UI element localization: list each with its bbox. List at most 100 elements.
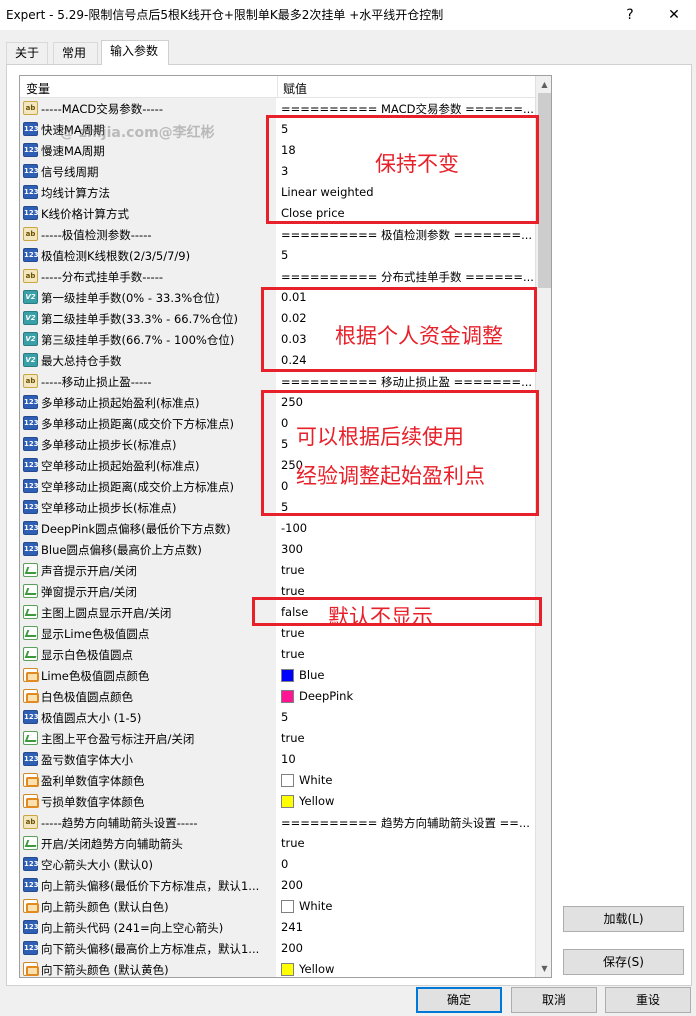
parameter-value[interactable]: 5 <box>281 248 288 262</box>
parameter-row[interactable]: 123 盈亏数值字体大小 10 <box>20 749 535 770</box>
save-button[interactable]: 保存(S) <box>563 949 684 975</box>
color-swatch[interactable] <box>281 669 294 682</box>
parameter-row[interactable]: 123 极值圆点大小 (1-5) 5 <box>20 707 535 728</box>
parameter-row[interactable]: 123 慢速MA周期 18 <box>20 140 535 161</box>
parameter-value[interactable]: ========== MACD交易参数 ======... <box>281 101 534 117</box>
close-button[interactable]: ✕ <box>654 2 694 28</box>
vertical-scrollbar[interactable]: ▲ ▼ <box>535 76 551 977</box>
parameter-value[interactable]: 300 <box>281 542 303 556</box>
parameter-row[interactable]: 主图上平仓盈亏标注开启/关闭 true <box>20 728 535 749</box>
parameter-value[interactable]: 5 <box>281 710 288 724</box>
help-button[interactable]: ? <box>610 2 650 28</box>
parameter-row[interactable]: 123 DeepPink圆点偏移(最低价下方点数) -100 <box>20 518 535 539</box>
parameter-row[interactable]: 123 向上箭头偏移(最低价下方标准点，默认1... 200 <box>20 875 535 896</box>
parameter-row[interactable]: 开启/关闭趋势方向辅助箭头 true <box>20 833 535 854</box>
parameter-row[interactable]: ab -----趋势方向辅助箭头设置----- ========== 趋势方向辅助箭… <box>20 812 535 833</box>
parameter-row[interactable]: V2 第三级挂单手数(66.7% - 100%仓位) 0.03 <box>20 329 535 350</box>
parameter-value-cell[interactable]: White <box>278 770 535 791</box>
reset-button[interactable]: 重设 <box>605 987 691 1013</box>
parameter-row[interactable]: 123 空单移动止损起始盈利(标准点) 250 <box>20 455 535 476</box>
parameter-value[interactable]: 200 <box>281 941 303 955</box>
parameter-row[interactable]: 123 Blue圆点偏移(最高价上方点数) 300 <box>20 539 535 560</box>
parameter-value-cell[interactable]: ========== 移动止损止盈 =======... <box>278 371 535 392</box>
parameter-value-cell[interactable]: 5 <box>278 245 535 266</box>
parameter-value[interactable]: ========== 极值检测参数 =======... <box>281 227 532 243</box>
scroll-up-arrow-icon[interactable]: ▲ <box>536 76 551 93</box>
parameter-value[interactable]: true <box>281 731 305 745</box>
parameter-value[interactable]: 241 <box>281 920 303 934</box>
parameter-value-cell[interactable]: true <box>278 833 535 854</box>
parameter-value[interactable]: true <box>281 563 305 577</box>
parameter-row[interactable]: ab -----极值检测参数----- ========== 极值检测参数 ====… <box>20 224 535 245</box>
parameter-value[interactable]: White <box>299 773 332 787</box>
parameter-value-cell[interactable]: ========== 极值检测参数 =======... <box>278 224 535 245</box>
parameter-value-cell[interactable]: Linear weighted <box>278 182 535 203</box>
color-swatch[interactable] <box>281 690 294 703</box>
parameter-value[interactable]: 0.01 <box>281 290 307 304</box>
parameter-value[interactable]: false <box>281 605 308 619</box>
parameter-value[interactable]: 200 <box>281 878 303 892</box>
parameter-value[interactable]: 3 <box>281 164 288 178</box>
parameter-row[interactable]: 弹窗提示开启/关闭 true <box>20 581 535 602</box>
parameter-row[interactable]: 123 快速MA周期 5 <box>20 119 535 140</box>
parameter-value-cell[interactable]: 0 <box>278 854 535 875</box>
parameter-value[interactable]: true <box>281 836 305 850</box>
column-divider[interactable] <box>277 76 278 98</box>
tab-about[interactable]: 关于 <box>6 42 48 64</box>
parameter-row[interactable]: 主图上圆点显示开启/关闭 false <box>20 602 535 623</box>
parameter-value-cell[interactable]: 0.02 <box>278 308 535 329</box>
parameter-value-cell[interactable]: White <box>278 896 535 917</box>
parameter-value[interactable]: true <box>281 584 305 598</box>
tab-input-parameters[interactable]: 输入参数 <box>101 40 169 65</box>
parameter-value-cell[interactable]: Yellow <box>278 791 535 812</box>
parameter-value[interactable]: DeepPink <box>299 689 353 703</box>
parameter-row[interactable]: 123 多单移动止损步长(标准点) 5 <box>20 434 535 455</box>
parameter-row[interactable]: 盈利单数值字体颜色 White <box>20 770 535 791</box>
parameter-value-cell[interactable]: 250 <box>278 455 535 476</box>
parameter-row[interactable]: 显示Lime色极值圆点 true <box>20 623 535 644</box>
parameter-value-cell[interactable]: 200 <box>278 875 535 896</box>
parameter-row[interactable]: 123 向下箭头偏移(最高价上方标准点，默认1... 200 <box>20 938 535 959</box>
parameter-value[interactable]: Yellow <box>299 794 334 808</box>
parameter-row[interactable]: ab -----分布式挂单手数----- ========== 分布式挂单手数 ==… <box>20 266 535 287</box>
parameter-row[interactable]: 123 均线计算方法 Linear weighted <box>20 182 535 203</box>
parameter-value-cell[interactable]: 18 <box>278 140 535 161</box>
parameter-value[interactable]: 0 <box>281 416 288 430</box>
color-swatch[interactable] <box>281 795 294 808</box>
parameter-row[interactable]: 亏损单数值字体颜色 Yellow <box>20 791 535 812</box>
parameter-row[interactable]: 123 K线价格计算方式 Close price <box>20 203 535 224</box>
parameter-row[interactable]: 123 多单移动止损起始盈利(标准点) 250 <box>20 392 535 413</box>
parameter-value-cell[interactable]: ========== 分布式挂单手数 ======... <box>278 266 535 287</box>
parameter-value[interactable]: 5 <box>281 437 288 451</box>
color-swatch[interactable] <box>281 900 294 913</box>
parameter-value[interactable]: ========== 移动止损止盈 =======... <box>281 374 532 390</box>
parameter-row[interactable]: ab -----移动止损止盈----- ========== 移动止损止盈 ====… <box>20 371 535 392</box>
parameter-row[interactable]: 123 多单移动止损距离(成交价下方标准点) 0 <box>20 413 535 434</box>
parameter-value-cell[interactable]: true <box>278 581 535 602</box>
parameter-value[interactable]: -100 <box>281 521 307 535</box>
load-button[interactable]: 加载(L) <box>563 906 684 932</box>
cancel-button[interactable]: 取消 <box>511 987 597 1013</box>
parameter-value-cell[interactable]: 5 <box>278 434 535 455</box>
parameter-value[interactable]: ========== 分布式挂单手数 ======... <box>281 269 534 285</box>
parameter-value[interactable]: ========== 趋势方向辅助箭头设置 ==... <box>281 815 530 831</box>
parameter-value-cell[interactable]: true <box>278 560 535 581</box>
parameter-value-cell[interactable]: Yellow <box>278 959 535 977</box>
parameter-row[interactable]: 声音提示开启/关闭 true <box>20 560 535 581</box>
parameter-value-cell[interactable]: ========== MACD交易参数 ======... <box>278 98 535 119</box>
parameter-row[interactable]: V2 第二级挂单手数(33.3% - 66.7%仓位) 0.02 <box>20 308 535 329</box>
parameter-row[interactable]: V2 最大总持仓手数 0.24 <box>20 350 535 371</box>
parameter-value[interactable]: 0.24 <box>281 353 307 367</box>
column-header-value[interactable]: 赋值 <box>283 80 307 97</box>
parameter-value-cell[interactable]: 0.01 <box>278 287 535 308</box>
parameter-row[interactable]: 白色极值圆点颜色 DeepPink <box>20 686 535 707</box>
parameter-row[interactable]: 123 空单移动止损步长(标准点) 5 <box>20 497 535 518</box>
parameter-value-cell[interactable]: 5 <box>278 119 535 140</box>
parameter-value-cell[interactable]: -100 <box>278 518 535 539</box>
parameter-value[interactable]: true <box>281 647 305 661</box>
parameter-row[interactable]: 123 向上箭头代码 (241=向上空心箭头) 241 <box>20 917 535 938</box>
parameter-value-cell[interactable]: ========== 趋势方向辅助箭头设置 ==... <box>278 812 535 833</box>
parameter-value[interactable]: 0.02 <box>281 311 307 325</box>
parameter-value[interactable]: 18 <box>281 143 296 157</box>
parameter-row[interactable]: Lime色极值圆点颜色 Blue <box>20 665 535 686</box>
